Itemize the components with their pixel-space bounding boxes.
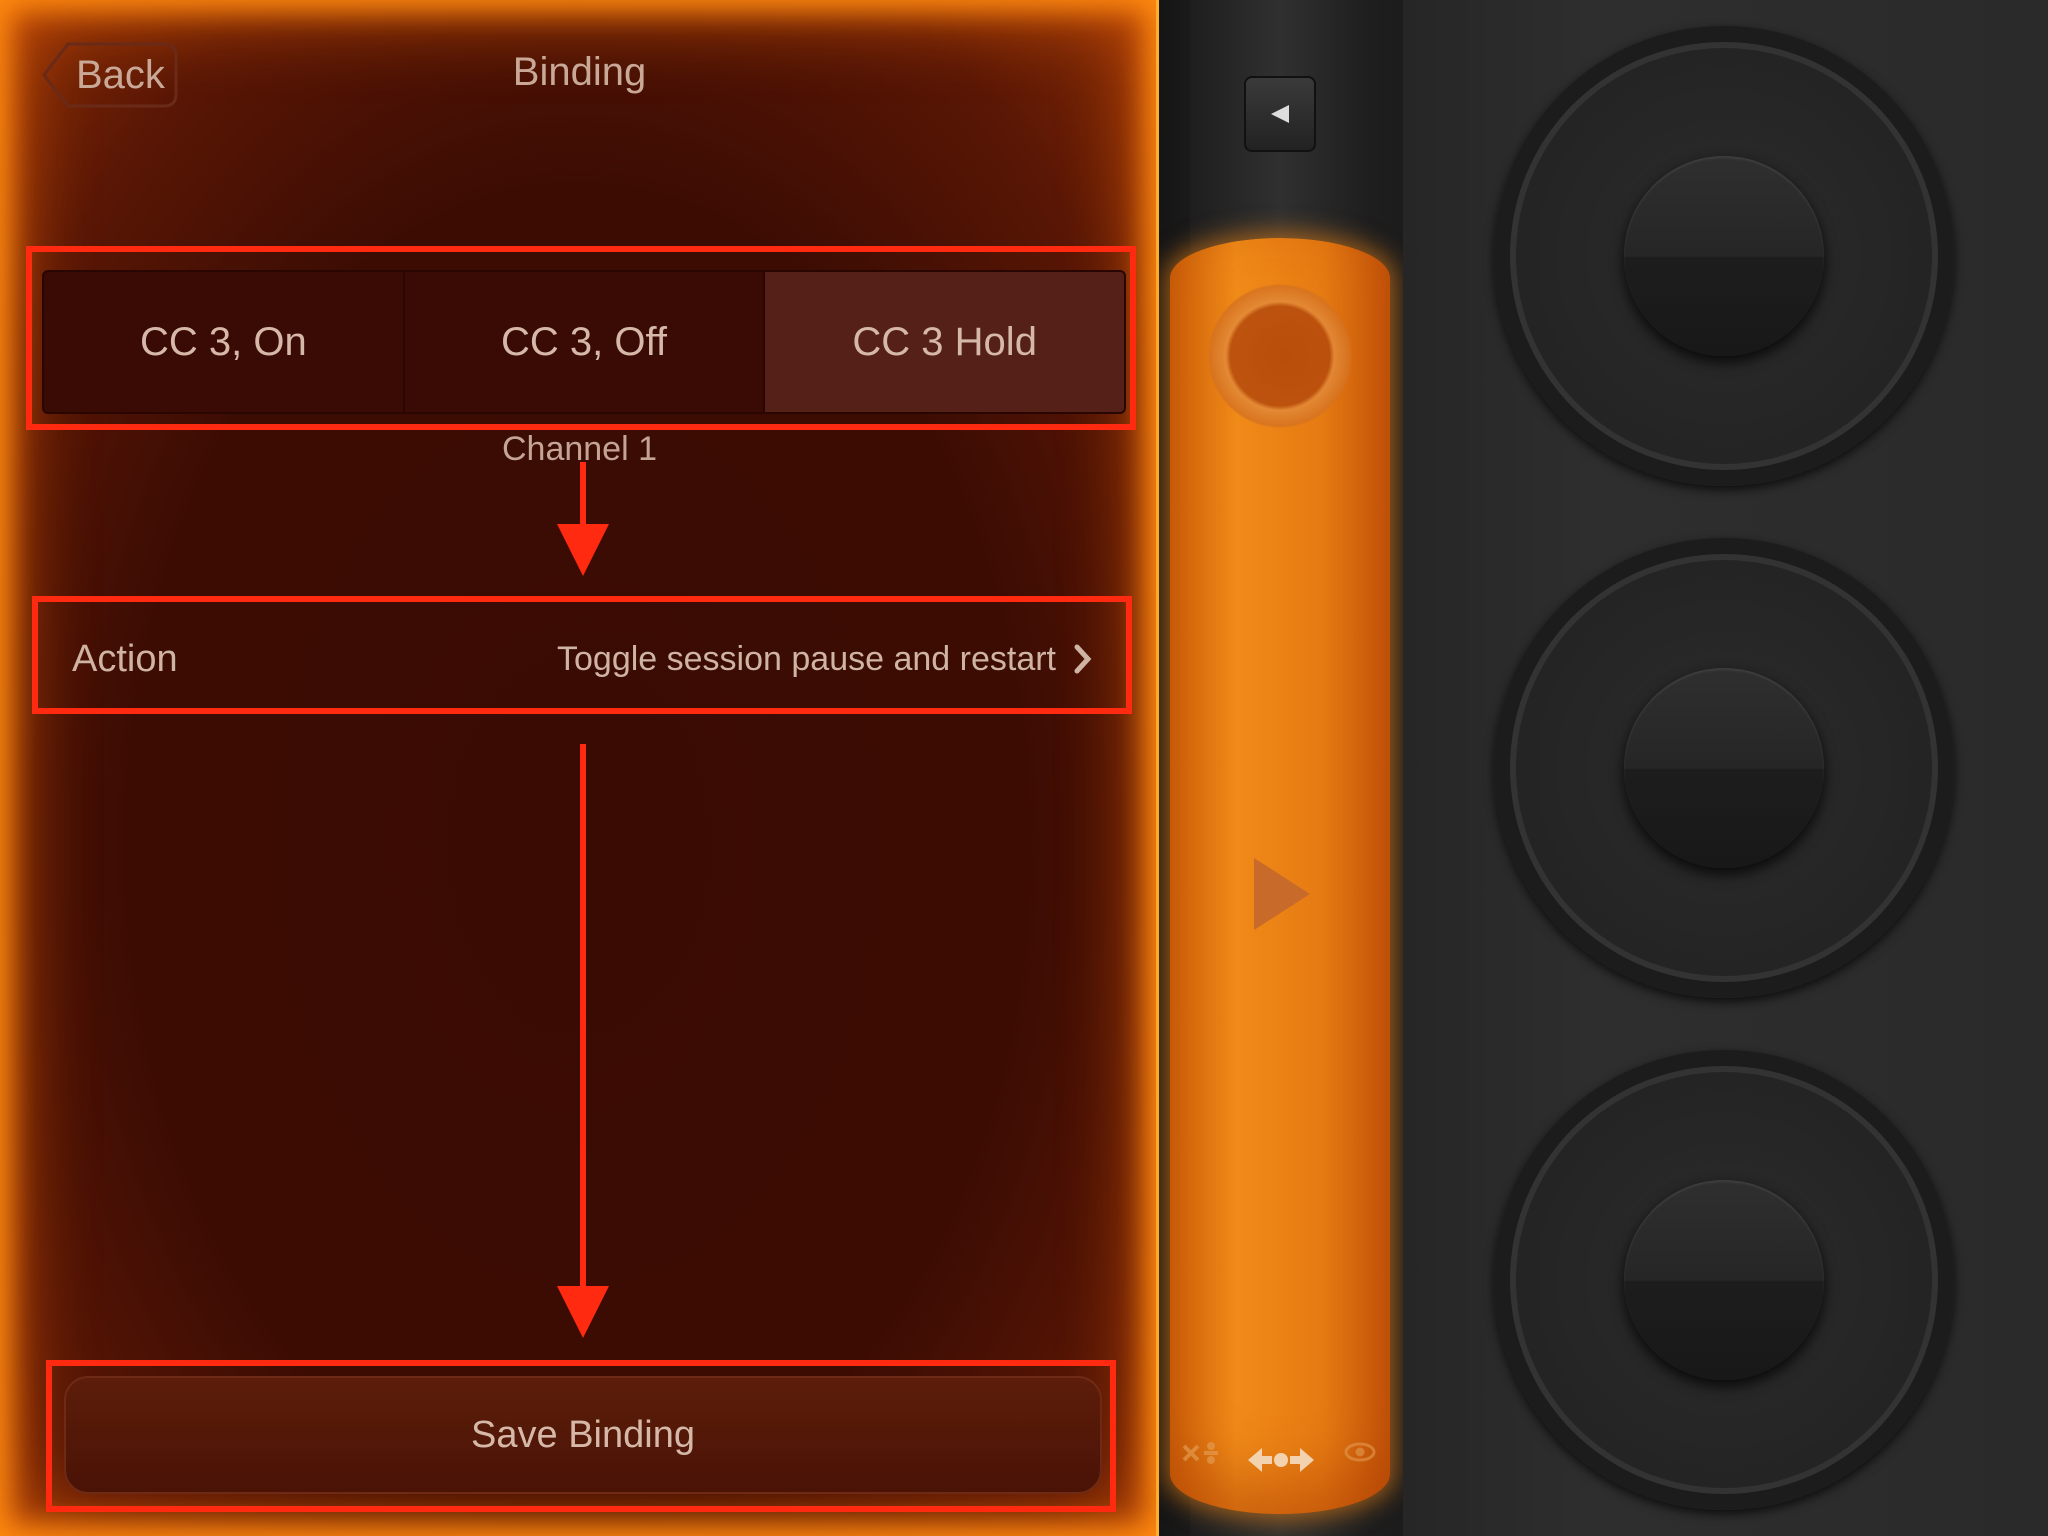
triangle-left-icon [1271,105,1289,123]
pad-cap [1624,668,1824,868]
play-icon[interactable] [1254,858,1310,930]
pad-cap [1624,1180,1824,1380]
transport-mode-icons [1182,1442,1376,1472]
binding-panel: Back Binding CC 3, On CC 3, Off CC 3 Hol… [0,0,1159,1536]
annotation-arrow-line [580,462,586,524]
eye-icon [1344,1442,1376,1462]
pad-button-2[interactable] [1494,538,1954,998]
pad-cap [1624,156,1824,356]
pad-button-1[interactable] [1494,26,1954,486]
annotation-arrow-line [580,744,586,1292]
highlight-box-save [46,1360,1116,1512]
pad-button-3[interactable] [1494,1050,1954,1510]
page-title: Binding [512,50,647,94]
annotation-arrow-head [557,1286,609,1338]
highlight-box-segments [26,246,1136,430]
loop-arrows-icon [1248,1448,1314,1472]
collapse-panel-button[interactable] [1244,76,1316,152]
highlight-box-action [32,596,1132,714]
annotation-arrow-head [557,524,609,576]
multiply-divide-icon [1182,1442,1218,1464]
slider-knob[interactable] [1200,276,1360,436]
